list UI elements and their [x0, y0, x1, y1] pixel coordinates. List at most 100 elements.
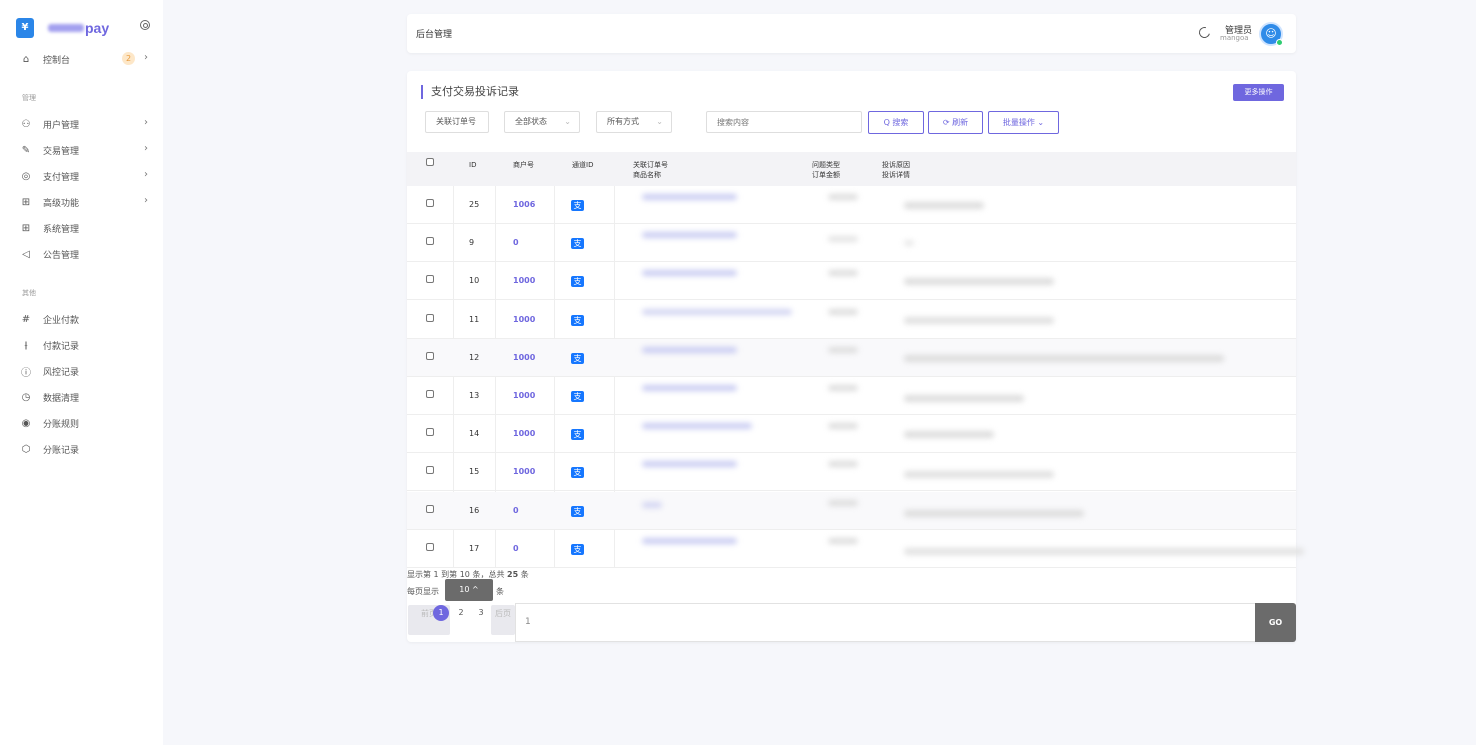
alipay-icon: 支: [571, 352, 584, 364]
chevron-down-icon: ⌄: [656, 117, 663, 126]
redacted-cell: [828, 270, 858, 277]
table-row[interactable]: 9 0 支: [407, 224, 1296, 263]
cell-merchant[interactable]: 1000: [513, 467, 535, 476]
redacted-cell: [904, 509, 1084, 517]
sidebar-item-pay-records[interactable]: ⫲ 付款记录: [20, 337, 156, 353]
sidebar-item-cleanup[interactable]: ◷ 数据清理: [20, 389, 156, 405]
cell-id: 11: [469, 314, 480, 324]
row-checkbox[interactable]: [426, 504, 434, 513]
sidebar-item-advanced[interactable]: ⊞ 高级功能 ›: [20, 194, 156, 210]
next-page-button[interactable]: 后页: [491, 605, 515, 635]
per-page-select[interactable]: 10 ^: [445, 579, 493, 601]
row-checkbox[interactable]: [426, 275, 434, 284]
sidebar-item-label: 控制台: [43, 55, 71, 66]
sidebar-item-label: 数据清理: [43, 393, 80, 404]
batch-actions-button[interactable]: 批量操作 ⌄: [988, 111, 1059, 134]
table-row[interactable]: 12 1000 支: [407, 338, 1296, 377]
alert-circle-icon: ⓘ: [21, 367, 31, 379]
header-reason: 投诉原因 投诉详情: [882, 160, 910, 180]
sidebar-item-label: 系统管理: [43, 224, 80, 235]
cell-merchant[interactable]: 1006: [513, 200, 535, 209]
redacted-cell: [904, 395, 1024, 402]
page-1-button[interactable]: 1: [433, 605, 449, 621]
row-checkbox[interactable]: [426, 199, 434, 207]
sidebar-item-split-records[interactable]: ⬡ 分账记录: [20, 441, 156, 457]
sidebar-item-split-rules[interactable]: ◉ 分账规则: [20, 415, 156, 431]
page-jump-input[interactable]: 1: [515, 603, 1256, 642]
cell-merchant[interactable]: 0: [513, 544, 519, 553]
sidebar-item-label: 付款记录: [43, 341, 80, 352]
chevron-right-icon: ›: [144, 117, 148, 128]
redacted-cell: [642, 385, 737, 391]
redacted-cell: [642, 270, 737, 277]
row-checkbox[interactable]: [426, 351, 434, 360]
row-checkbox[interactable]: [426, 466, 434, 475]
sidebar-item-risk[interactable]: ⓘ 风控记录: [20, 363, 156, 379]
page-3-button[interactable]: 3: [473, 605, 489, 621]
table-row[interactable]: 15 1000 支: [407, 453, 1296, 492]
sidebar-item-label: 公告管理: [43, 250, 80, 261]
method-select[interactable]: 所有方式 ⌄: [596, 111, 672, 133]
status-select-value: 全部状态: [515, 117, 547, 126]
cell-merchant[interactable]: 0: [513, 506, 519, 515]
search-input[interactable]: [706, 111, 862, 133]
online-status-dot: [1276, 39, 1283, 46]
table-row[interactable]: 16 0 支: [407, 491, 1296, 530]
table-row[interactable]: 17 0 支: [407, 530, 1304, 568]
cell-merchant[interactable]: 1000: [513, 429, 535, 438]
sidebar-item-announce[interactable]: ◁ 公告管理: [20, 246, 156, 262]
cell-merchant[interactable]: 1000: [513, 276, 535, 285]
brand-name-blurred: [48, 24, 84, 32]
status-select[interactable]: 全部状态 ⌄: [504, 111, 580, 133]
settings-icon[interactable]: [140, 20, 150, 30]
cell-id: 25: [469, 200, 480, 209]
alipay-icon: 支: [571, 505, 584, 517]
header-id: ID: [469, 161, 477, 169]
sidebar-item-trades[interactable]: ✎ 交易管理 ›: [20, 142, 156, 158]
redacted-cell: [904, 202, 984, 209]
wallet-logo-icon: ¥: [16, 18, 34, 38]
row-checkbox[interactable]: [426, 542, 434, 551]
cell-id: 10: [469, 276, 480, 286]
row-checkbox[interactable]: [426, 390, 434, 398]
search-button[interactable]: Q 搜索: [868, 111, 924, 134]
refresh-button[interactable]: ⟳ 刷新: [928, 111, 983, 134]
cell-merchant[interactable]: 0: [513, 238, 519, 247]
table-row[interactable]: 14 1000 支: [407, 415, 1296, 454]
sidebar-item-dashboard[interactable]: ⌂ 控制台 2 ›: [20, 51, 156, 67]
sidebar-item-label: 风控记录: [43, 367, 80, 378]
sidebar-item-system[interactable]: ⊞ 系统管理: [20, 220, 156, 236]
grid-icon: ⊞: [21, 196, 31, 208]
alipay-icon: 支: [571, 276, 584, 288]
header-order-line1: 关联订单号: [633, 161, 668, 169]
cell-merchant[interactable]: 1000: [513, 315, 535, 324]
select-all-checkbox[interactable]: [426, 158, 434, 166]
header-type-line1: 问题类型: [812, 161, 840, 169]
per-page-suffix: 条: [496, 587, 504, 596]
redacted-cell: [828, 346, 858, 353]
sidebar-item-payment[interactable]: ◎ 支付管理 ›: [20, 168, 156, 184]
go-button[interactable]: GO: [1255, 603, 1296, 642]
cell-merchant[interactable]: 1000: [513, 353, 535, 362]
sidebar-item-label: 用户管理: [43, 120, 80, 131]
more-actions-button[interactable]: 更多操作: [1233, 84, 1284, 101]
table-row[interactable]: 13 1000 支: [407, 377, 1296, 415]
row-checkbox[interactable]: [426, 237, 434, 246]
alipay-icon: 支: [571, 467, 584, 479]
sidebar-item-enterprise-pay[interactable]: # 企业付款: [20, 311, 156, 327]
table-row[interactable]: 11 1000 支: [407, 301, 1296, 339]
table-row[interactable]: 10 1000 支: [407, 262, 1296, 301]
moon-icon[interactable]: [1196, 24, 1213, 41]
table-row[interactable]: 25 1006 支: [407, 186, 1296, 224]
users-icon: ⚇: [21, 118, 31, 130]
brand[interactable]: ¥ pay: [16, 18, 109, 38]
sidebar-item-users[interactable]: ⚇ 用户管理 ›: [20, 116, 156, 132]
redacted-cell: [828, 537, 858, 544]
row-checkbox[interactable]: [426, 428, 434, 437]
cell-id: 9: [469, 238, 475, 248]
redacted-cell: [828, 461, 858, 468]
order-filter-button[interactable]: 关联订单号: [425, 111, 489, 133]
cell-merchant[interactable]: 1000: [513, 391, 535, 400]
page-2-button[interactable]: 2: [453, 605, 469, 621]
row-checkbox[interactable]: [426, 313, 434, 322]
